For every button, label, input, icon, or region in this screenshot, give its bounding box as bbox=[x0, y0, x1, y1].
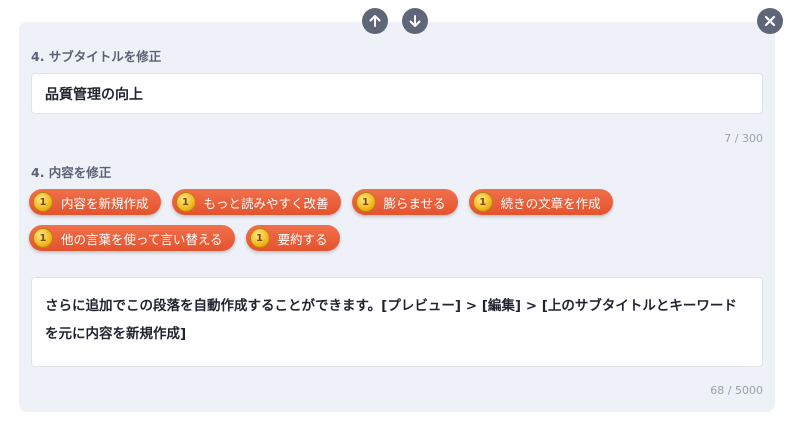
credit-coin-icon: 1 bbox=[175, 192, 196, 212]
reorder-controls bbox=[362, 8, 428, 34]
ai-action-chips: 1 内容を新規作成 1 もっと読みやすく改善 1 膨らませる 1 続きの文章を作… bbox=[29, 189, 769, 261]
credit-coin-icon: 1 bbox=[33, 192, 53, 212]
content-label: 4. 内容を修正 bbox=[31, 165, 112, 180]
chip-improve-readability[interactable]: 1 もっと読みやすく改善 bbox=[171, 189, 341, 215]
move-down-button[interactable] bbox=[402, 8, 428, 34]
content-textarea[interactable]: さらに追加でこの段落を自動作成することができます。[プレビュー] > [編集] … bbox=[31, 277, 763, 367]
subtitle-label: 4. サブタイトルを修正 bbox=[31, 49, 162, 64]
chip-label: 膨らませる bbox=[383, 195, 446, 211]
subtitle-char-counter: 7 / 300 bbox=[724, 132, 763, 145]
chip-label: 要約する bbox=[277, 231, 328, 247]
chip-row: 1 他の言葉を使って言い替える 1 要約する bbox=[29, 225, 769, 251]
content-char-counter: 68 / 5000 bbox=[710, 384, 763, 397]
credit-coin-icon: 1 bbox=[355, 192, 376, 212]
chip-continue-writing[interactable]: 1 続きの文章を作成 bbox=[468, 189, 613, 215]
subtitle-input-value: 品質管理の向上 bbox=[45, 86, 143, 103]
chip-label: もっと読みやすく改善 bbox=[203, 195, 329, 211]
chip-row: 1 内容を新規作成 1 もっと読みやすく改善 1 膨らませる 1 続きの文章を作… bbox=[29, 189, 769, 215]
arrow-down-icon bbox=[409, 15, 421, 27]
credit-coin-icon: 1 bbox=[33, 228, 53, 248]
close-button[interactable] bbox=[757, 8, 783, 34]
move-up-button[interactable] bbox=[362, 8, 388, 34]
close-icon bbox=[764, 15, 776, 27]
section-editor-panel: 4. サブタイトルを修正 品質管理の向上 7 / 300 4. 内容を修正 1 … bbox=[19, 22, 775, 412]
chip-create-new-content[interactable]: 1 内容を新規作成 bbox=[29, 189, 161, 215]
credit-coin-icon: 1 bbox=[249, 228, 270, 248]
chip-label: 続きの文章を作成 bbox=[500, 195, 601, 211]
subtitle-input[interactable]: 品質管理の向上 bbox=[31, 73, 763, 114]
credit-coin-icon: 1 bbox=[472, 192, 493, 212]
chip-summarize[interactable]: 1 要約する bbox=[245, 225, 340, 251]
chip-label: 他の言葉を使って言い替える bbox=[61, 231, 223, 247]
chip-label: 内容を新規作成 bbox=[61, 195, 149, 211]
chip-paraphrase[interactable]: 1 他の言葉を使って言い替える bbox=[29, 225, 235, 251]
chip-expand[interactable]: 1 膨らませる bbox=[351, 189, 458, 215]
arrow-up-icon bbox=[369, 15, 381, 27]
content-text: さらに追加でこの段落を自動作成することができます。[プレビュー] > [編集] … bbox=[45, 298, 737, 342]
